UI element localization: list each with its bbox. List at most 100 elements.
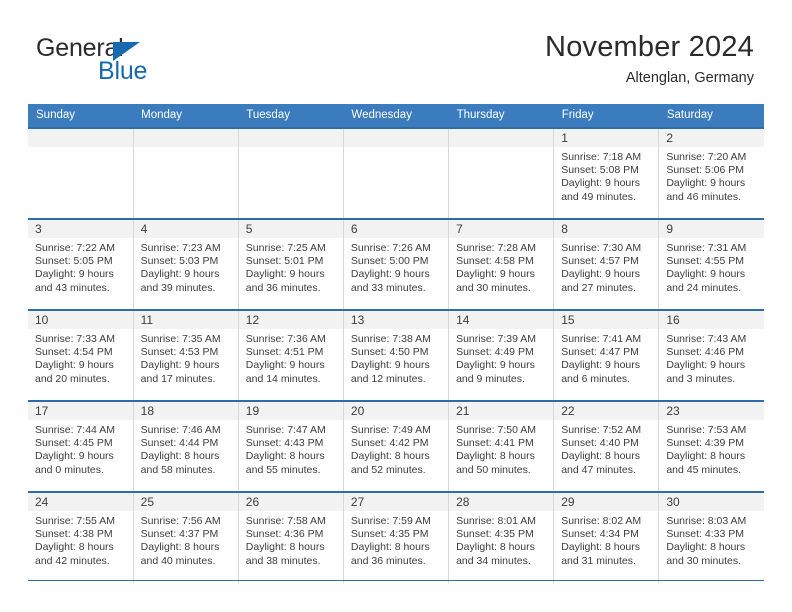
day-cell[interactable]: 16 Sunrise: 7:43 AM Sunset: 4:46 PM Dayl…	[658, 309, 764, 401]
day-cell[interactable]: 20 Sunrise: 7:49 AM Sunset: 4:42 PM Dayl…	[343, 400, 450, 492]
daylight-text-line1: Daylight: 9 hours	[35, 450, 114, 463]
daylight-text-line2: and 49 minutes.	[561, 190, 636, 203]
day-cell[interactable]	[238, 127, 344, 219]
day-cell[interactable]: 1 Sunrise: 7:18 AM Sunset: 5:08 PM Dayli…	[553, 127, 660, 219]
week-row: 10 Sunrise: 7:33 AM Sunset: 4:54 PM Dayl…	[28, 309, 764, 401]
day-cell[interactable]: 12 Sunrise: 7:36 AM Sunset: 4:51 PM Dayl…	[238, 309, 344, 401]
sunrise-text: Sunrise: 7:35 AM	[140, 333, 221, 345]
daylight-text-line2: and 46 minutes.	[666, 190, 742, 203]
sunrise-text: Sunrise: 7:36 AM	[245, 333, 326, 345]
title-block: November 2024 Altenglan, Germany	[545, 32, 754, 86]
day-cell[interactable]: 18 Sunrise: 7:46 AM Sunset: 4:44 PM Dayl…	[133, 400, 239, 492]
day-cell[interactable]: 4 Sunrise: 7:23 AM Sunset: 5:03 PM Dayli…	[133, 218, 239, 310]
day-cell[interactable]: 3 Sunrise: 7:22 AM Sunset: 5:05 PM Dayli…	[28, 218, 134, 310]
weekday-header-monday: Monday	[133, 104, 239, 128]
day-cell[interactable]	[448, 127, 555, 219]
day-details: Sunrise: 7:49 AM Sunset: 4:42 PM Dayligh…	[344, 420, 448, 477]
day-details: Sunrise: 8:01 AM Sunset: 4:35 PM Dayligh…	[449, 511, 553, 568]
daylight-text-line2: and 36 minutes.	[245, 281, 321, 294]
day-cell[interactable]: 7 Sunrise: 7:28 AM Sunset: 4:58 PM Dayli…	[448, 218, 555, 310]
daylight-text-line1: Daylight: 8 hours	[140, 541, 220, 554]
daylight-text-line2: and 34 minutes.	[456, 554, 531, 567]
day-cell[interactable]: 15 Sunrise: 7:41 AM Sunset: 4:47 PM Dayl…	[553, 309, 660, 401]
daylight-text-line1: Daylight: 8 hours	[561, 450, 640, 463]
day-details: Sunrise: 8:03 AM Sunset: 4:33 PM Dayligh…	[659, 511, 764, 568]
calendar-page: General Blue November 2024 Altenglan, Ge…	[0, 0, 792, 612]
daylight-text-line2: and 6 minutes.	[561, 372, 631, 385]
day-number: 14	[449, 311, 554, 329]
day-cell[interactable]: 21 Sunrise: 7:50 AM Sunset: 4:41 PM Dayl…	[448, 400, 555, 492]
sunrise-text: Sunrise: 8:01 AM	[456, 515, 537, 527]
day-number: 19	[238, 402, 343, 420]
day-details: Sunrise: 7:20 AM Sunset: 5:06 PM Dayligh…	[659, 147, 764, 204]
location-subtitle: Altenglan, Germany	[625, 70, 754, 87]
day-number	[449, 129, 554, 147]
sunset-text: Sunset: 4:43 PM	[245, 437, 324, 450]
day-details: Sunrise: 7:43 AM Sunset: 4:46 PM Dayligh…	[659, 329, 764, 386]
sunrise-text: Sunrise: 7:52 AM	[561, 424, 642, 436]
day-details: Sunrise: 7:35 AM Sunset: 4:53 PM Dayligh…	[134, 329, 238, 386]
sunset-text: Sunset: 5:03 PM	[140, 255, 219, 268]
sunset-text: Sunset: 4:35 PM	[456, 528, 534, 541]
day-cell[interactable]: 24 Sunrise: 7:55 AM Sunset: 4:38 PM Dayl…	[28, 491, 134, 583]
daylight-text-line1: Daylight: 8 hours	[350, 450, 430, 463]
general-blue-logo[interactable]: General Blue	[36, 36, 226, 92]
day-details: Sunrise: 7:22 AM Sunset: 5:05 PM Dayligh…	[28, 238, 133, 295]
day-cell[interactable]: 13 Sunrise: 7:38 AM Sunset: 4:50 PM Dayl…	[343, 309, 450, 401]
daylight-text-line1: Daylight: 8 hours	[561, 541, 640, 554]
sunset-text: Sunset: 4:55 PM	[666, 255, 744, 268]
daylight-text-line1: Daylight: 8 hours	[245, 450, 325, 463]
sunset-text: Sunset: 4:47 PM	[561, 346, 639, 359]
day-cell[interactable]: 8 Sunrise: 7:30 AM Sunset: 4:57 PM Dayli…	[553, 218, 660, 310]
day-number: 5	[238, 220, 343, 238]
day-cell[interactable]	[133, 127, 239, 219]
sunset-text: Sunset: 5:00 PM	[350, 255, 429, 268]
sunrise-text: Sunrise: 7:39 AM	[456, 333, 537, 345]
daylight-text-line1: Daylight: 9 hours	[561, 177, 640, 190]
day-cell[interactable]: 25 Sunrise: 7:56 AM Sunset: 4:37 PM Dayl…	[133, 491, 239, 583]
day-details: Sunrise: 7:26 AM Sunset: 5:00 PM Dayligh…	[344, 238, 448, 295]
calendar-grid: Sunday Monday Tuesday Wednesday Thursday…	[28, 104, 764, 583]
day-cell[interactable]: 9 Sunrise: 7:31 AM Sunset: 4:55 PM Dayli…	[658, 218, 764, 310]
day-cell[interactable]	[28, 127, 134, 219]
day-cell[interactable]: 5 Sunrise: 7:25 AM Sunset: 5:01 PM Dayli…	[238, 218, 344, 310]
day-cell[interactable]: 19 Sunrise: 7:47 AM Sunset: 4:43 PM Dayl…	[238, 400, 344, 492]
day-cell[interactable]: 6 Sunrise: 7:26 AM Sunset: 5:00 PM Dayli…	[343, 218, 450, 310]
day-cell[interactable]: 2 Sunrise: 7:20 AM Sunset: 5:06 PM Dayli…	[658, 127, 764, 219]
page-title: November 2024	[545, 31, 754, 63]
day-cell[interactable]: 27 Sunrise: 7:59 AM Sunset: 4:35 PM Dayl…	[343, 491, 450, 583]
day-details: Sunrise: 7:56 AM Sunset: 4:37 PM Dayligh…	[134, 511, 238, 568]
day-cell[interactable]: 14 Sunrise: 7:39 AM Sunset: 4:49 PM Dayl…	[448, 309, 555, 401]
day-cell[interactable]: 26 Sunrise: 7:58 AM Sunset: 4:36 PM Dayl…	[238, 491, 344, 583]
daylight-text-line1: Daylight: 9 hours	[245, 359, 325, 372]
calendar-body: 1 Sunrise: 7:18 AM Sunset: 5:08 PM Dayli…	[28, 127, 764, 583]
day-cell[interactable]	[343, 127, 450, 219]
weekday-header-friday: Friday	[553, 104, 659, 128]
sunset-text: Sunset: 5:05 PM	[35, 255, 113, 268]
day-cell[interactable]: 23 Sunrise: 7:53 AM Sunset: 4:39 PM Dayl…	[658, 400, 764, 492]
daylight-text-line1: Daylight: 9 hours	[350, 359, 430, 372]
daylight-text-line2: and 24 minutes.	[666, 281, 742, 294]
day-number: 29	[554, 493, 659, 511]
day-number: 17	[28, 402, 133, 420]
day-cell[interactable]: 11 Sunrise: 7:35 AM Sunset: 4:53 PM Dayl…	[133, 309, 239, 401]
daylight-text-line2: and 52 minutes.	[350, 463, 426, 476]
weekday-header-sunday: Sunday	[28, 104, 134, 128]
day-cell[interactable]: 22 Sunrise: 7:52 AM Sunset: 4:40 PM Dayl…	[553, 400, 660, 492]
sunrise-text: Sunrise: 7:53 AM	[666, 424, 747, 436]
day-cell[interactable]: 28 Sunrise: 8:01 AM Sunset: 4:35 PM Dayl…	[448, 491, 555, 583]
day-details	[449, 147, 553, 151]
day-cell[interactable]: 29 Sunrise: 8:02 AM Sunset: 4:34 PM Dayl…	[553, 491, 660, 583]
sunrise-text: Sunrise: 7:38 AM	[350, 333, 431, 345]
daylight-text-line1: Daylight: 8 hours	[140, 450, 220, 463]
week-row: 1 Sunrise: 7:18 AM Sunset: 5:08 PM Dayli…	[28, 127, 764, 219]
day-cell[interactable]: 10 Sunrise: 7:33 AM Sunset: 4:54 PM Dayl…	[28, 309, 134, 401]
day-cell[interactable]: 17 Sunrise: 7:44 AM Sunset: 4:45 PM Dayl…	[28, 400, 134, 492]
day-number: 18	[133, 402, 238, 420]
day-details: Sunrise: 7:53 AM Sunset: 4:39 PM Dayligh…	[659, 420, 764, 477]
sunset-text: Sunset: 4:51 PM	[245, 346, 324, 359]
day-cell[interactable]: 30 Sunrise: 8:03 AM Sunset: 4:33 PM Dayl…	[658, 491, 764, 583]
day-number: 11	[133, 311, 238, 329]
daylight-text-line1: Daylight: 8 hours	[245, 541, 325, 554]
day-details: Sunrise: 7:55 AM Sunset: 4:38 PM Dayligh…	[28, 511, 133, 568]
